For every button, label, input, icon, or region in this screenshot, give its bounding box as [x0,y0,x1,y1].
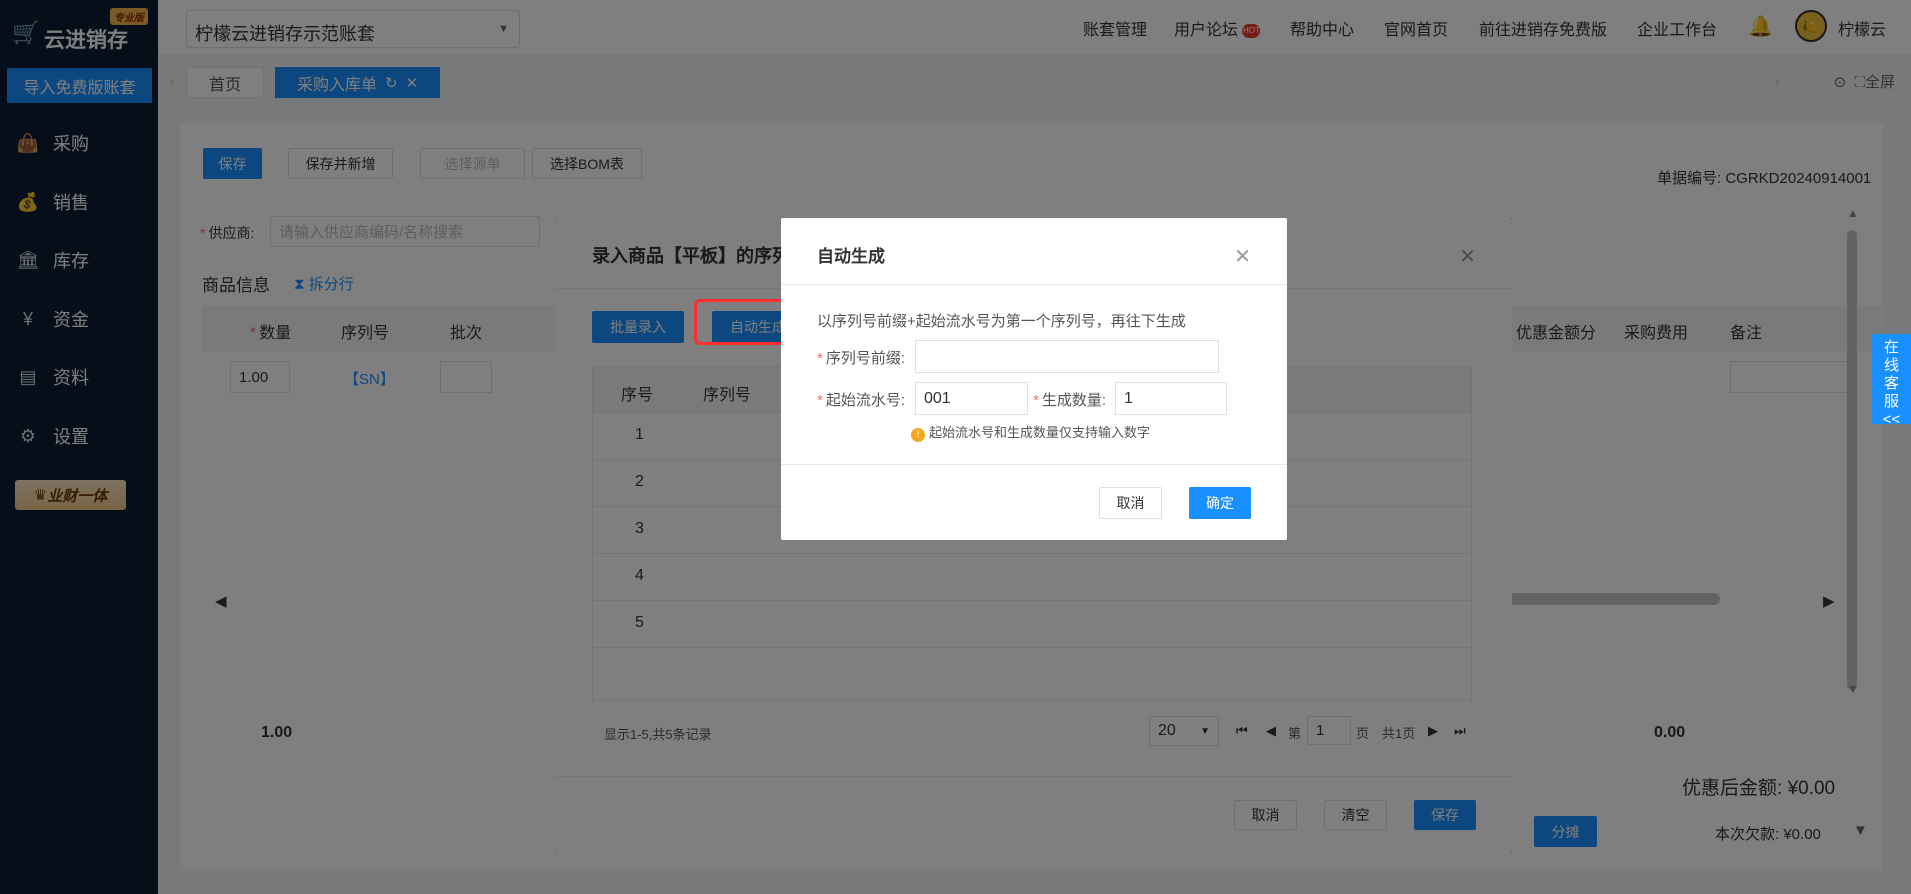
row-index: 1 [635,426,644,443]
table-row[interactable]: 4 [592,554,1472,601]
close-icon[interactable]: ✕ [1234,244,1251,269]
warning-icon: ! [911,428,925,442]
save-button[interactable]: 保存 [1414,800,1476,830]
cancel-button[interactable]: 取消 [1234,800,1297,830]
confirm-button[interactable]: 确定 [1189,487,1251,519]
page-size-value: 20 [1158,722,1176,739]
record-info: 显示1-5,共5条记录 [604,727,712,742]
row-index: 3 [635,520,644,537]
dialog-title: 录入商品【平板】的序列 [592,246,790,266]
prev-page-icon[interactable]: ◀ [1266,723,1276,739]
page-size-select[interactable]: 20 ▼ [1149,716,1219,746]
online-support-label: 在线客服 [1883,339,1899,410]
description: 以序列号前缀+起始流水号为第一个序列号，再往下生成 [817,313,1186,330]
close-icon[interactable]: ✕ [1459,244,1476,269]
start-number-label-text: 起始流水号: [825,392,906,409]
column-header-serial: 序列号 [703,387,752,404]
serial-prefix-input[interactable] [915,340,1219,373]
last-page-icon[interactable]: ⏭ [1454,723,1466,739]
online-support-button[interactable]: 在线客服 << [1872,334,1911,428]
divider [781,284,1287,285]
page-suffix: 页 [1356,726,1370,741]
table-row[interactable]: 5 [592,601,1472,648]
chevron-down-icon: ▼ [1200,725,1210,737]
divider [781,464,1287,465]
row-index: 5 [635,614,644,631]
start-number-label: * 起始流水号: [817,392,906,409]
column-header-index: 序号 [621,387,654,404]
start-number-input[interactable]: 001 [915,382,1028,415]
row-index: 2 [635,473,644,490]
prefix-label: * 序列号前缀: [817,350,906,367]
count-label-text: 生成数量: [1041,392,1107,409]
cancel-button[interactable]: 取消 [1099,487,1162,519]
page-prefix: 第 [1288,726,1302,741]
total-pages: 共1页 [1382,726,1416,741]
online-support-arrow: << [1882,411,1901,428]
divider [556,776,1512,777]
dialog-title: 自动生成 [817,247,885,266]
hint: ! 起始流水号和生成数量仅支持输入数字 [911,422,1150,442]
auto-generate-dialog: 自动生成 ✕ 以序列号前缀+起始流水号为第一个序列号，再往下生成 * 序列号前缀:… [781,218,1287,540]
page-number-input[interactable]: 1 [1307,716,1351,745]
count-input[interactable]: 1 [1115,382,1227,415]
count-label: * 生成数量: [1033,392,1107,409]
table-empty-area [592,648,1472,701]
row-index: 4 [635,567,644,584]
highlight-box [694,299,790,345]
next-page-icon[interactable]: ▶ [1428,723,1438,739]
hint-text: 起始流水号和生成数量仅支持输入数字 [929,425,1151,440]
prefix-label-text: 序列号前缀: [825,350,906,367]
batch-entry-button[interactable]: 批量录入 [592,311,684,343]
clear-button[interactable]: 清空 [1324,800,1387,830]
first-page-icon[interactable]: ⏮ [1236,723,1248,739]
